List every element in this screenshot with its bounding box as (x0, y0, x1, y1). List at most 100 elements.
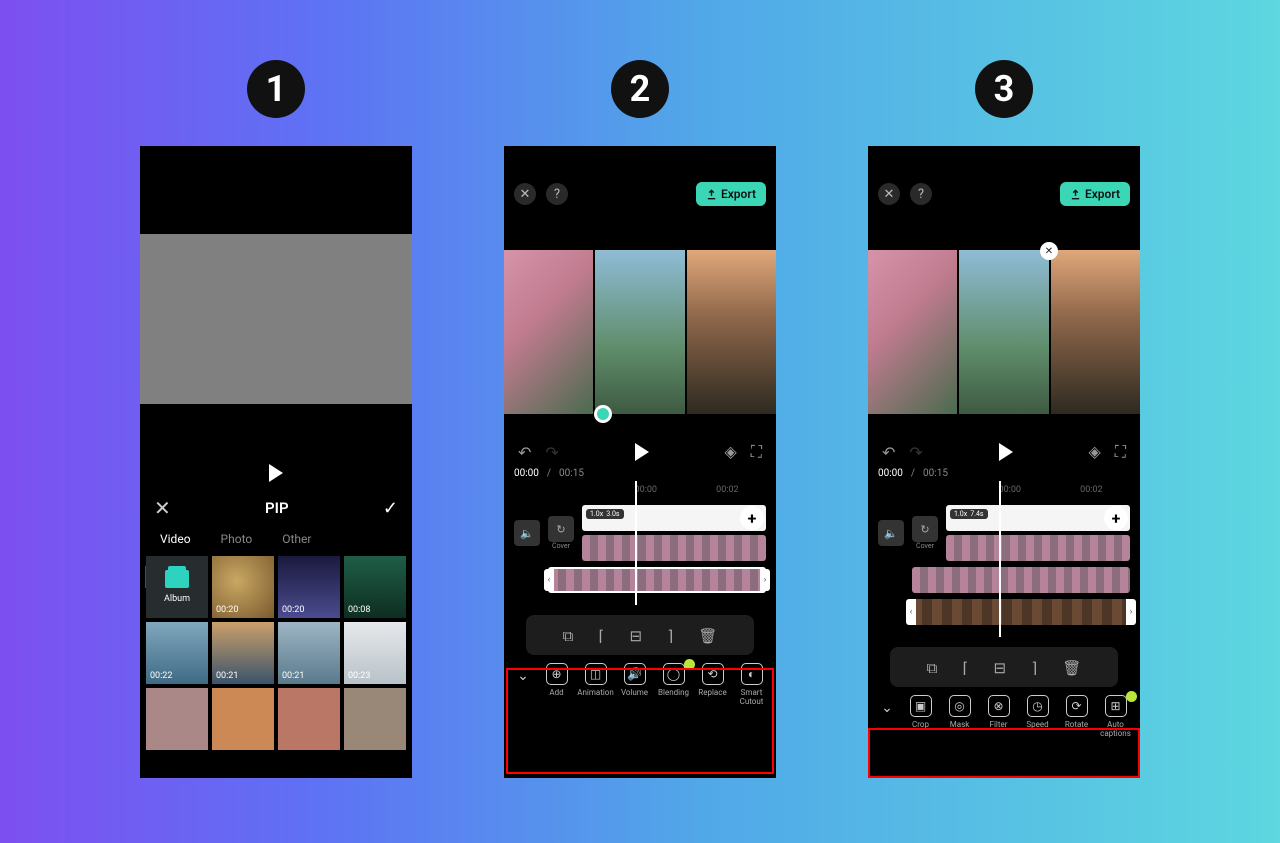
close-overlay-handle[interactable]: ✕ (1040, 242, 1058, 260)
tool-blending[interactable]: ◯Blending (655, 663, 692, 698)
playhead[interactable] (635, 481, 637, 605)
time-current: 00:00 (514, 468, 539, 479)
split-left-icon[interactable]: ⌈ (599, 627, 605, 645)
edit-actions: ⧉ ⌈ ⊟ ⌉ 🗑 (890, 647, 1118, 687)
close-icon[interactable]: ✕ (514, 183, 536, 205)
chevron-down-icon[interactable]: ⌄ (510, 663, 536, 689)
phone-screen-1: ✕ PIP ✓ Video Photo Other Album 00:20 00… (140, 146, 412, 778)
track-strip[interactable] (946, 535, 1130, 561)
media-thumb[interactable]: 00:20 (212, 556, 274, 618)
resize-handle[interactable] (594, 405, 612, 423)
media-thumb[interactable] (344, 688, 406, 750)
playhead[interactable] (999, 481, 1001, 637)
redo-icon[interactable]: ↷ (909, 443, 922, 462)
media-thumb[interactable]: 00:20 (278, 556, 340, 618)
split-right-icon[interactable]: ⌉ (1031, 659, 1037, 677)
pip-clip-selected[interactable]: ‹ › (912, 599, 1130, 625)
tool-replace[interactable]: ⟲Replace (694, 663, 731, 698)
trim-left-handle[interactable]: ‹ (544, 569, 554, 591)
media-thumb[interactable]: 00:21 (278, 622, 340, 684)
split-icon[interactable]: ⊟ (630, 627, 643, 645)
copy-icon[interactable]: ⧉ (563, 627, 574, 645)
export-button[interactable]: Export (696, 182, 766, 206)
timeline[interactable]: 🔈 ↻Cover 1.0x7.4s + ‹ › (868, 499, 1140, 637)
redo-icon[interactable]: ↷ (545, 443, 558, 462)
keyframe-icon[interactable]: ◈ (1088, 442, 1100, 462)
tool-crop[interactable]: ▣Crop (902, 695, 939, 730)
timeline[interactable]: 🔈 ↻Cover 1.0x3.0s + ‹ › (504, 499, 776, 605)
media-thumb[interactable] (212, 688, 274, 750)
keyframe-icon[interactable]: ◈ (724, 442, 736, 462)
undo-icon[interactable]: ↶ (882, 443, 895, 462)
media-thumb[interactable] (278, 688, 340, 750)
album-label: Album (164, 594, 190, 604)
mute-icon[interactable]: 🔈 (514, 520, 540, 546)
fullscreen-icon[interactable]: ⛶ (751, 442, 762, 462)
undo-icon[interactable]: ↶ (518, 443, 531, 462)
album-button[interactable]: Album (146, 556, 208, 618)
preview-canvas[interactable]: ✕ (868, 250, 1140, 414)
confirm-icon[interactable]: ✓ (383, 498, 398, 519)
fullscreen-icon[interactable]: ⛶ (1115, 442, 1126, 462)
main-clip[interactable]: 1.0x3.0s + (582, 505, 766, 531)
tool-speed[interactable]: ◷Speed (1019, 695, 1056, 730)
close-icon[interactable]: ✕ (878, 183, 900, 205)
bottom-toolbar: ⌄ ▣Crop ◎Mask ⊗Filter ◷Speed ⟳Rotate ⊞Au… (868, 687, 1140, 745)
copy-icon[interactable]: ⧉ (927, 659, 938, 677)
tool-animation[interactable]: ◫Animation (577, 663, 614, 698)
tool-mask[interactable]: ◎Mask (941, 695, 978, 730)
split-right-icon[interactable]: ⌉ (667, 627, 673, 645)
help-icon[interactable]: ? (910, 183, 932, 205)
timeline-ruler[interactable]: 00:00 00:02 (504, 485, 776, 499)
bottom-toolbar: ⌄ ⊕Add ◫Animation 🔊Volume ◯Blending ⟲Rep… (504, 655, 776, 713)
delete-icon[interactable]: 🗑 (1062, 659, 1081, 677)
pip-clip[interactable] (912, 567, 1130, 593)
close-icon[interactable]: ✕ (154, 496, 171, 520)
phone-screen-3: ✕ ? Export ✕ ↶↷ ◈⛶ 00:00/00:15 00:00 00:… (868, 146, 1140, 778)
add-clip-button[interactable]: + (740, 506, 764, 530)
chevron-down-icon[interactable]: ⌄ (874, 695, 900, 721)
media-thumb[interactable]: 00:21 (212, 622, 274, 684)
tool-filter[interactable]: ⊗Filter (980, 695, 1017, 730)
trim-right-handle[interactable]: › (760, 569, 770, 591)
mute-icon[interactable]: 🔈 (878, 520, 904, 546)
time-total: 00:15 (559, 468, 584, 479)
timeline-ruler[interactable]: 00:00 00:02 (868, 485, 1140, 499)
export-button[interactable]: Export (1060, 182, 1130, 206)
delete-icon[interactable]: 🗑 (698, 627, 717, 645)
tool-rotate[interactable]: ⟳Rotate (1058, 695, 1095, 730)
preview-placeholder (140, 234, 412, 404)
help-icon[interactable]: ? (546, 183, 568, 205)
play-button[interactable] (999, 443, 1013, 461)
main-clip[interactable]: 1.0x7.4s + (946, 505, 1130, 531)
tool-volume[interactable]: 🔊Volume (616, 663, 653, 698)
picker-title: PIP (265, 499, 289, 517)
split-icon[interactable]: ⊟ (994, 659, 1007, 677)
play-button[interactable] (140, 464, 412, 482)
time-total: 00:15 (923, 468, 948, 479)
tab-video[interactable]: Video (154, 530, 197, 548)
tool-add[interactable]: ⊕Add (538, 663, 575, 698)
play-button[interactable] (635, 443, 649, 461)
step-badge: 3 (975, 60, 1033, 118)
trim-left-handle[interactable]: ‹ (906, 599, 916, 625)
tool-smart-cutout[interactable]: ◐Smart Cutout (733, 663, 770, 707)
tool-auto-captions[interactable]: ⊞Auto captions (1097, 695, 1134, 739)
phone-screen-2: ✕ ? Export ↶↷ ◈⛶ 00:00/00:15 00:00 00:02… (504, 146, 776, 778)
add-clip-button[interactable]: + (1104, 506, 1128, 530)
tab-other[interactable]: Other (276, 530, 317, 548)
album-icon (165, 570, 189, 588)
cover-button[interactable]: ↻ (912, 516, 938, 542)
preview-canvas[interactable] (504, 250, 776, 414)
media-thumb[interactable] (146, 688, 208, 750)
premium-badge (1126, 691, 1137, 702)
pip-clip-selected[interactable]: ‹ › (548, 567, 766, 593)
trim-right-handle[interactable]: › (1126, 599, 1136, 625)
media-thumb[interactable]: 00:08 (344, 556, 406, 618)
cover-button[interactable]: ↻ (548, 516, 574, 542)
media-thumb[interactable]: 00:23 (344, 622, 406, 684)
track-strip[interactable] (582, 535, 766, 561)
media-thumb[interactable]: 00:22 (146, 622, 208, 684)
split-left-icon[interactable]: ⌈ (963, 659, 969, 677)
tab-photo[interactable]: Photo (215, 530, 259, 548)
